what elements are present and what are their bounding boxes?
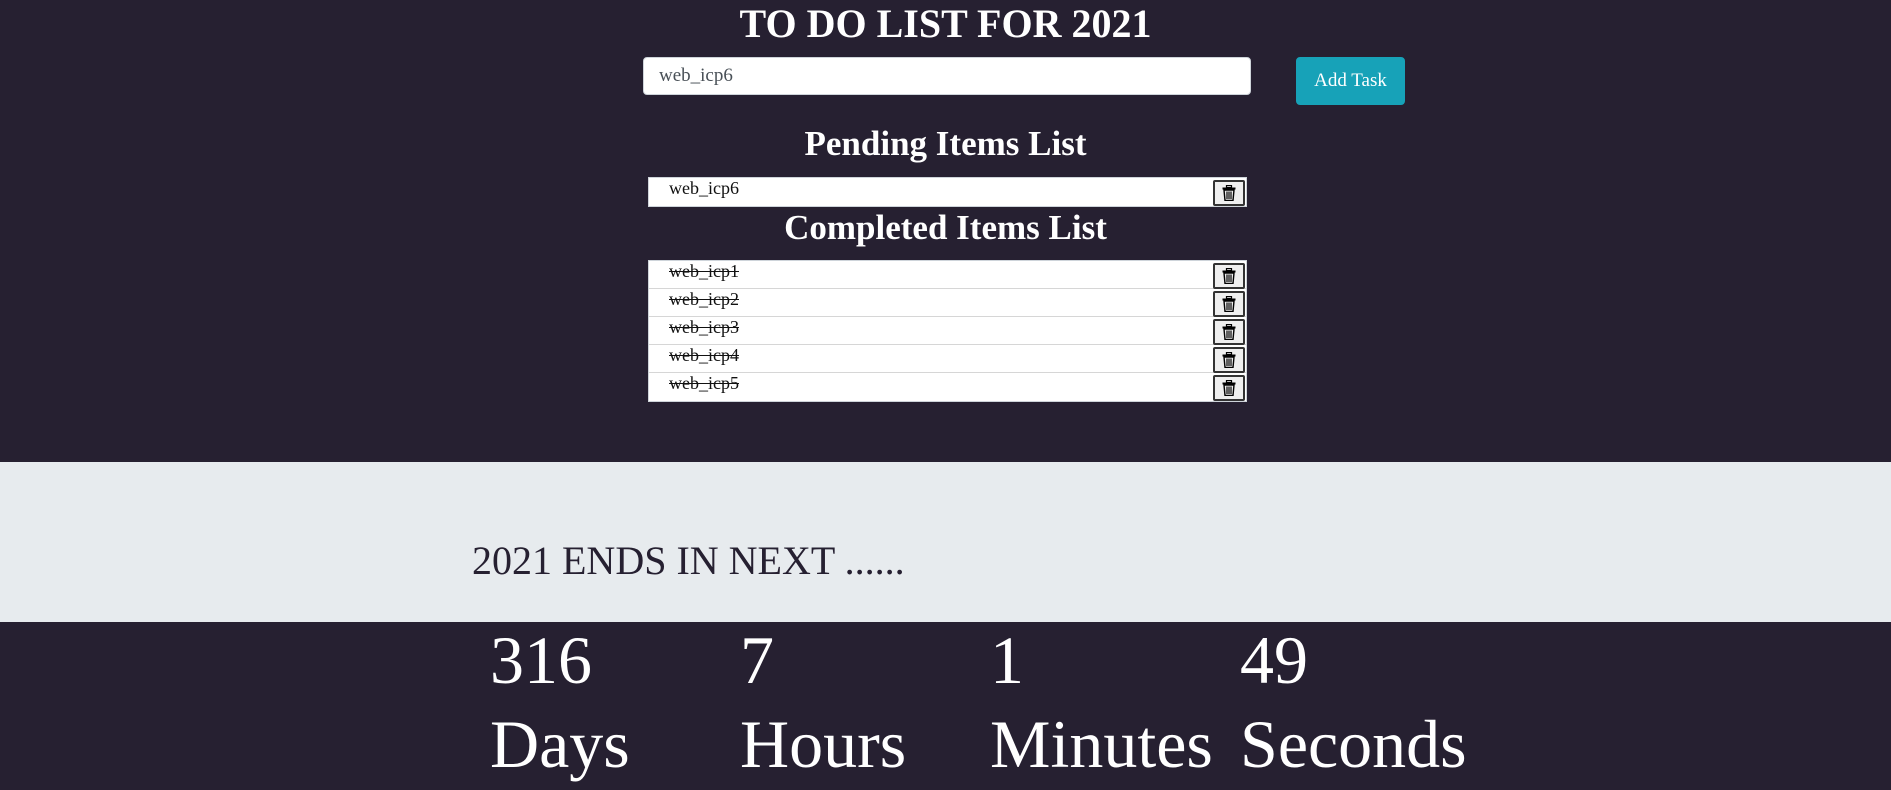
trash-icon: [1222, 352, 1236, 368]
days-value: 316: [490, 622, 592, 698]
banner-heading: 2021 ENDS IN NEXT ......: [472, 538, 905, 583]
task-input[interactable]: [643, 57, 1251, 95]
item-text: web_icp6: [669, 178, 739, 198]
delete-button[interactable]: [1213, 375, 1245, 401]
completed-list-item: web_icp1: [649, 261, 1246, 289]
delete-button[interactable]: [1213, 347, 1245, 373]
minutes-label: Minutes: [990, 706, 1213, 782]
delete-button[interactable]: [1213, 263, 1245, 289]
trash-icon: [1222, 185, 1236, 201]
hours-value: 7: [740, 622, 774, 698]
trash-icon: [1222, 296, 1236, 312]
hours-label: Hours: [740, 706, 907, 782]
delete-button[interactable]: [1213, 180, 1245, 206]
days-label: Days: [490, 706, 630, 782]
completed-list-heading: Completed Items List: [784, 208, 1107, 247]
trash-icon: [1222, 324, 1236, 340]
pending-list-item: web_icp6: [649, 178, 1246, 206]
completed-list-item: web_icp2: [649, 289, 1246, 317]
delete-button[interactable]: [1213, 291, 1245, 317]
delete-button[interactable]: [1213, 319, 1245, 345]
item-text: web_icp1: [669, 261, 739, 281]
item-text: web_icp4: [669, 345, 739, 365]
completed-list-item: web_icp5: [649, 373, 1246, 401]
pending-items-list: web_icp6: [648, 177, 1247, 207]
completed-list-item: web_icp4: [649, 345, 1246, 373]
trash-icon: [1222, 380, 1236, 396]
countdown-timer: 316 Days 7 Hours 1 Minutes 49 Seconds: [0, 622, 1891, 790]
completed-list-item: web_icp3: [649, 317, 1246, 345]
item-text: web_icp5: [669, 373, 739, 393]
minutes-value: 1: [990, 622, 1024, 698]
countdown-banner: 2021 ENDS IN NEXT ......: [0, 462, 1891, 622]
item-text: web_icp2: [669, 289, 739, 309]
page-title: TO DO LIST FOR 2021: [739, 1, 1152, 46]
seconds-value: 49: [1240, 622, 1308, 698]
item-text: web_icp3: [669, 317, 739, 337]
trash-icon: [1222, 268, 1236, 284]
todo-section: TO DO LIST FOR 2021 Add Task Pending Ite…: [0, 0, 1891, 462]
add-task-button[interactable]: Add Task: [1296, 57, 1405, 105]
seconds-label: Seconds: [1240, 706, 1467, 782]
pending-list-heading: Pending Items List: [804, 124, 1087, 163]
completed-items-list: web_icp1 web_icp2 web_icp3 web_icp4 web_…: [648, 260, 1247, 402]
